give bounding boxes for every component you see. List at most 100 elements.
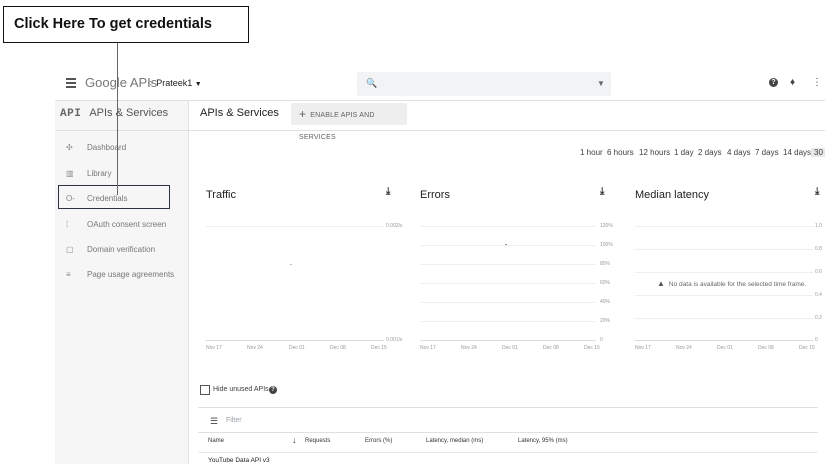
- errors-gridline: [420, 264, 596, 265]
- help-icon[interactable]: ?: [269, 386, 277, 394]
- search-icon: 🔍: [366, 78, 378, 88]
- column-header-requests[interactable]: Requests: [305, 438, 330, 444]
- errors-x-label: Dec 08: [543, 345, 559, 351]
- sidebar-item-domain-verification[interactable]: ▢ Domain verification: [66, 245, 155, 254]
- time-option-7-days[interactable]: 7 days: [755, 148, 779, 157]
- download-icon[interactable]: ⤓: [386, 186, 390, 197]
- latency-y-label: 0: [815, 337, 818, 343]
- errors-x-label: Dec 15: [584, 345, 600, 351]
- errors-y-label: 40%: [600, 299, 611, 305]
- latency-x-label: Nov 24: [676, 345, 692, 351]
- filter-icon: ☰: [210, 416, 219, 426]
- traffic-x-label: Dec 15: [371, 345, 387, 351]
- errors-y-label: 80%: [600, 261, 611, 267]
- traffic-chart-title: Traffic: [206, 189, 236, 201]
- callout-pointer-line: [117, 43, 118, 195]
- traffic-data-point: [290, 264, 292, 265]
- column-header-latency-median[interactable]: Latency, median (ms): [426, 438, 483, 444]
- no-data-message: ▲ No data is available for the selected t…: [657, 279, 807, 288]
- traffic-gridline: [206, 226, 384, 227]
- notifications-icon[interactable]: ♦: [790, 77, 795, 88]
- api-logo-icon: API: [60, 108, 82, 120]
- sidebar: [55, 101, 189, 464]
- latency-gridline: [635, 226, 813, 227]
- time-option-2-days[interactable]: 2 days: [698, 148, 722, 157]
- domain-icon: ▢: [66, 245, 74, 254]
- errors-y-label: 100%: [600, 242, 613, 248]
- latency-x-label: Nov 17: [635, 345, 651, 351]
- time-option-6-hours[interactable]: 6 hours: [607, 148, 634, 157]
- traffic-x-label: Dec 08: [330, 345, 346, 351]
- sidebar-title: API APIs & Services: [60, 107, 169, 120]
- errors-gridline: [420, 283, 596, 284]
- traffic-y-bottom: 0.001/s: [386, 337, 403, 343]
- credentials-highlight-box: [58, 185, 170, 209]
- sidebar-item-page-usage[interactable]: ≡ Page usage agreements: [66, 270, 174, 279]
- time-option-30-days[interactable]: 30: [811, 148, 825, 157]
- latency-x-label: Dec 01: [717, 345, 733, 351]
- traffic-x-label: Nov 24: [247, 345, 263, 351]
- table-header-divider: [198, 432, 818, 433]
- table-row-divider: [198, 452, 818, 453]
- time-option-1-hour[interactable]: 1 hour: [580, 148, 603, 157]
- errors-y-label: 20%: [600, 318, 611, 324]
- sidebar-item-oauth-consent[interactable]: ⁞ OAuth consent screen: [66, 220, 166, 229]
- table-top-divider: [198, 407, 818, 408]
- plus-icon: +: [299, 107, 307, 121]
- filter-input[interactable]: Filter: [226, 417, 242, 424]
- hide-unused-checkbox[interactable]: [200, 385, 210, 395]
- column-header-name[interactable]: Name: [208, 438, 224, 444]
- search-input[interactable]: [357, 72, 611, 96]
- column-header-latency-95[interactable]: Latency, 95% (ms): [518, 438, 568, 444]
- consent-icon: ⁞: [66, 220, 69, 229]
- enable-apis-button[interactable]: + ENABLE APIS AND SERVICES: [291, 103, 407, 141]
- traffic-x-label: Nov 17: [206, 345, 222, 351]
- errors-x-axis: [420, 340, 596, 341]
- latency-gridline: [635, 249, 813, 250]
- errors-gridline: [420, 321, 596, 322]
- traffic-x-label: Dec 01: [289, 345, 305, 351]
- errors-gridline: [420, 302, 596, 303]
- sidebar-divider: [55, 130, 188, 131]
- latency-x-label: Dec 08: [758, 345, 774, 351]
- latency-gridline: [635, 318, 813, 319]
- download-icon[interactable]: ⤓: [600, 186, 604, 197]
- time-option-1-day[interactable]: 1 day: [674, 148, 694, 157]
- traffic-y-top: 0.002/s: [386, 223, 403, 229]
- more-options-icon[interactable]: ⋮: [812, 77, 822, 88]
- errors-gridline: [420, 226, 596, 227]
- download-icon[interactable]: ⤓: [815, 186, 819, 197]
- help-icon[interactable]: ?: [769, 78, 778, 87]
- agreements-icon: ≡: [66, 270, 71, 279]
- column-header-errors[interactable]: Errors (%): [365, 438, 392, 444]
- sidebar-item-library[interactable]: ▥ Library: [66, 169, 111, 178]
- time-option-14-days[interactable]: 14 days: [783, 148, 811, 157]
- latency-x-axis: [635, 340, 813, 341]
- time-option-4-days[interactable]: 4 days: [727, 148, 751, 157]
- project-icon: ⁘: [147, 79, 154, 88]
- errors-y-label: 120%: [600, 223, 613, 229]
- errors-chart-title: Errors: [420, 189, 450, 201]
- latency-x-label: Dec 15: [799, 345, 815, 351]
- table-row-name[interactable]: YouTube Data API v3: [208, 457, 270, 464]
- library-icon: ▥: [66, 169, 74, 178]
- menu-icon[interactable]: [66, 78, 76, 90]
- errors-x-label: Nov 24: [461, 345, 477, 351]
- project-selector[interactable]: ⁘ Prateek1 ▼: [147, 78, 202, 88]
- latency-y-label: 0.8: [815, 246, 822, 252]
- time-option-12-hours[interactable]: 12 hours: [639, 148, 670, 157]
- errors-y-label: 0: [600, 337, 603, 343]
- callout-box: Click Here To get credentials: [3, 6, 249, 43]
- dashboard-icon: ✣: [66, 143, 73, 152]
- warning-icon: ▲: [657, 279, 665, 288]
- latency-y-label: 1.0: [815, 223, 822, 229]
- search-dropdown-icon[interactable]: ▼: [597, 79, 605, 88]
- traffic-x-axis: [206, 340, 384, 341]
- latency-gridline: [635, 295, 813, 296]
- sort-arrow-down-icon[interactable]: ↓: [292, 435, 297, 445]
- latency-y-label: 0.6: [815, 269, 822, 275]
- latency-chart-title: Median latency: [635, 189, 709, 201]
- errors-y-label: 60%: [600, 280, 611, 286]
- project-name: Prateek1: [156, 78, 193, 88]
- hide-unused-label: Hide unused APIs: [213, 386, 269, 393]
